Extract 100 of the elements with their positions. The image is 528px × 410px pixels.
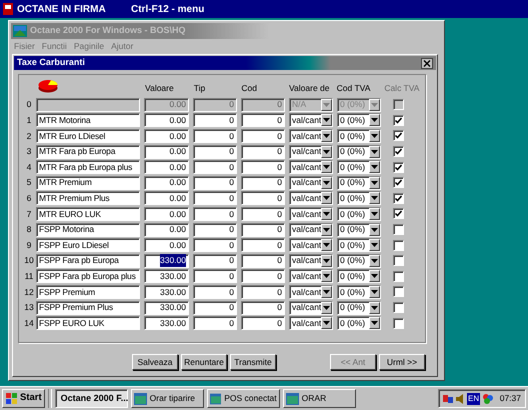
checkbox[interactable] [393,208,404,220]
value-of-dropdown[interactable]: val/cant [289,191,333,206]
name-field[interactable]: MTR Fara pb Europa [36,144,140,159]
type-field[interactable]: 0 [193,128,237,143]
code-field[interactable]: 0 [241,238,285,252]
code-field[interactable]: 0 [241,284,285,299]
name-field[interactable]: MTR Euro LDiesel [36,128,140,143]
value-of-dropdown[interactable]: val/cant [289,113,333,128]
value-field[interactable]: 0.00 [144,113,189,128]
taskbar-task[interactable]: Octane 2000 F... [54,389,128,408]
code-field[interactable]: 0 [241,300,285,315]
vat-code-dropdown[interactable]: 0 (0%) [337,284,381,299]
vat-code-dropdown[interactable]: 0 (0%) [337,113,381,128]
value-of-dropdown[interactable]: val/cant [289,222,333,237]
checkbox[interactable] [393,255,404,266]
name-field[interactable]: MTR Premium Plus [36,191,140,206]
vat-code-dropdown[interactable]: 0 (0%) [337,160,381,174]
checkbox[interactable] [393,146,404,158]
value-of-dropdown[interactable]: val/cant [289,238,333,252]
type-field[interactable]: 0 [193,176,237,190]
name-field[interactable]: FSPP Fara pb Europa [36,254,140,268]
code-field[interactable]: 0 [241,316,285,330]
code-field[interactable]: 0 [241,113,285,128]
type-field[interactable]: 0 [193,269,237,284]
value-of-dropdown[interactable]: val/cant [289,300,333,315]
dialog-button[interactable]: Transmite [230,354,276,370]
name-field[interactable]: FSPP Motorina [36,222,140,237]
type-field[interactable]: 0 [193,222,237,237]
value-field[interactable]: 330.00 [144,254,189,268]
vat-code-dropdown[interactable]: 0 (0%) [337,176,381,190]
checkbox[interactable] [393,162,404,173]
type-field[interactable]: 0 [193,300,237,315]
vat-code-dropdown[interactable]: 0 (0%) [337,300,381,315]
name-field[interactable]: FSPP Premium Plus [36,300,140,315]
code-field[interactable]: 0 [241,160,285,174]
code-field[interactable]: 0 [241,191,285,206]
code-field[interactable]: 0 [241,128,285,143]
close-icon[interactable] [421,58,433,68]
language-indicator[interactable]: EN [467,392,480,404]
type-field[interactable]: 0 [193,284,237,299]
name-field[interactable]: MTR Fara pb Europa plus [36,160,140,174]
type-field[interactable]: 0 [193,206,237,221]
code-field[interactable]: 0 [241,206,285,221]
value-field[interactable]: 0.00 [144,222,189,237]
value-of-dropdown[interactable]: val/cant [289,206,333,221]
checkbox[interactable] [393,224,404,236]
type-field[interactable]: 0 [193,254,237,268]
checkbox[interactable] [393,302,404,314]
value-field[interactable]: 0.00 [144,160,189,174]
type-field[interactable]: 0 [193,238,237,252]
code-field[interactable]: 0 [241,222,285,237]
type-field[interactable]: 0 [193,160,237,174]
value-field[interactable]: 0.00 [144,128,189,143]
value-of-dropdown[interactable]: val/cant [289,160,333,174]
checkbox[interactable] [393,270,404,282]
dialog-button[interactable]: Salveaza [132,354,178,370]
code-field[interactable]: 0 [241,176,285,190]
value-field[interactable]: 0.00 [144,176,189,190]
vat-code-dropdown[interactable]: 0 (0%) [337,254,381,268]
checkbox[interactable] [393,318,404,329]
value-field[interactable]: 330.00 [144,300,189,315]
value-of-dropdown[interactable]: val/cant [289,316,333,330]
vat-code-dropdown[interactable]: 0 (0%) [337,238,381,252]
value-field[interactable]: 330.00 [144,269,189,284]
vat-code-dropdown[interactable]: 0 (0%) [337,316,381,330]
value-field[interactable]: 0.00 [144,206,189,221]
name-field[interactable]: FSPP Fara pb Europa plus [36,269,140,284]
type-field[interactable]: 0 [193,113,237,128]
vat-code-dropdown[interactable]: 0 (0%) [337,222,381,237]
value-field[interactable]: 330.00 [144,316,189,330]
vat-code-dropdown[interactable]: 0 (0%) [337,144,381,159]
value-of-dropdown[interactable]: val/cant [289,128,333,143]
name-field[interactable]: FSPP Euro LDiesel [36,238,140,252]
value-field[interactable]: 330.00 [144,284,189,299]
type-field[interactable]: 0 [193,316,237,330]
value-of-dropdown[interactable]: val/cant [289,254,333,268]
name-field[interactable]: FSPP Premium [36,284,140,299]
code-field[interactable]: 0 [241,144,285,159]
vat-code-dropdown[interactable]: 0 (0%) [337,191,381,206]
value-of-dropdown[interactable]: val/cant [289,144,333,159]
value-field[interactable]: 0.00 [144,238,189,252]
taskbar-task[interactable]: POS conectat [206,389,280,408]
name-field[interactable] [36,98,140,112]
name-field[interactable]: MTR EURO LUK [36,206,140,221]
checkbox[interactable] [393,240,404,251]
name-field[interactable]: FSPP EURO LUK [36,316,140,330]
code-field[interactable]: 0 [241,269,285,284]
checkbox[interactable] [393,192,404,204]
value-field[interactable]: 0.00 [144,144,189,159]
dialog-button[interactable]: Renuntare [181,354,227,370]
checkbox[interactable] [393,177,404,188]
checkbox[interactable] [393,286,404,298]
value-field[interactable]: 0.00 [144,191,189,206]
type-field[interactable]: 0 [193,191,237,206]
vat-code-dropdown[interactable]: 0 (0%) [337,128,381,143]
checkbox[interactable] [393,130,404,142]
taskbar-task[interactable]: ORAR [282,389,356,408]
code-field[interactable]: 0 [241,254,285,268]
type-field[interactable]: 0 [193,144,237,159]
name-field[interactable]: MTR Motorina [36,113,140,128]
